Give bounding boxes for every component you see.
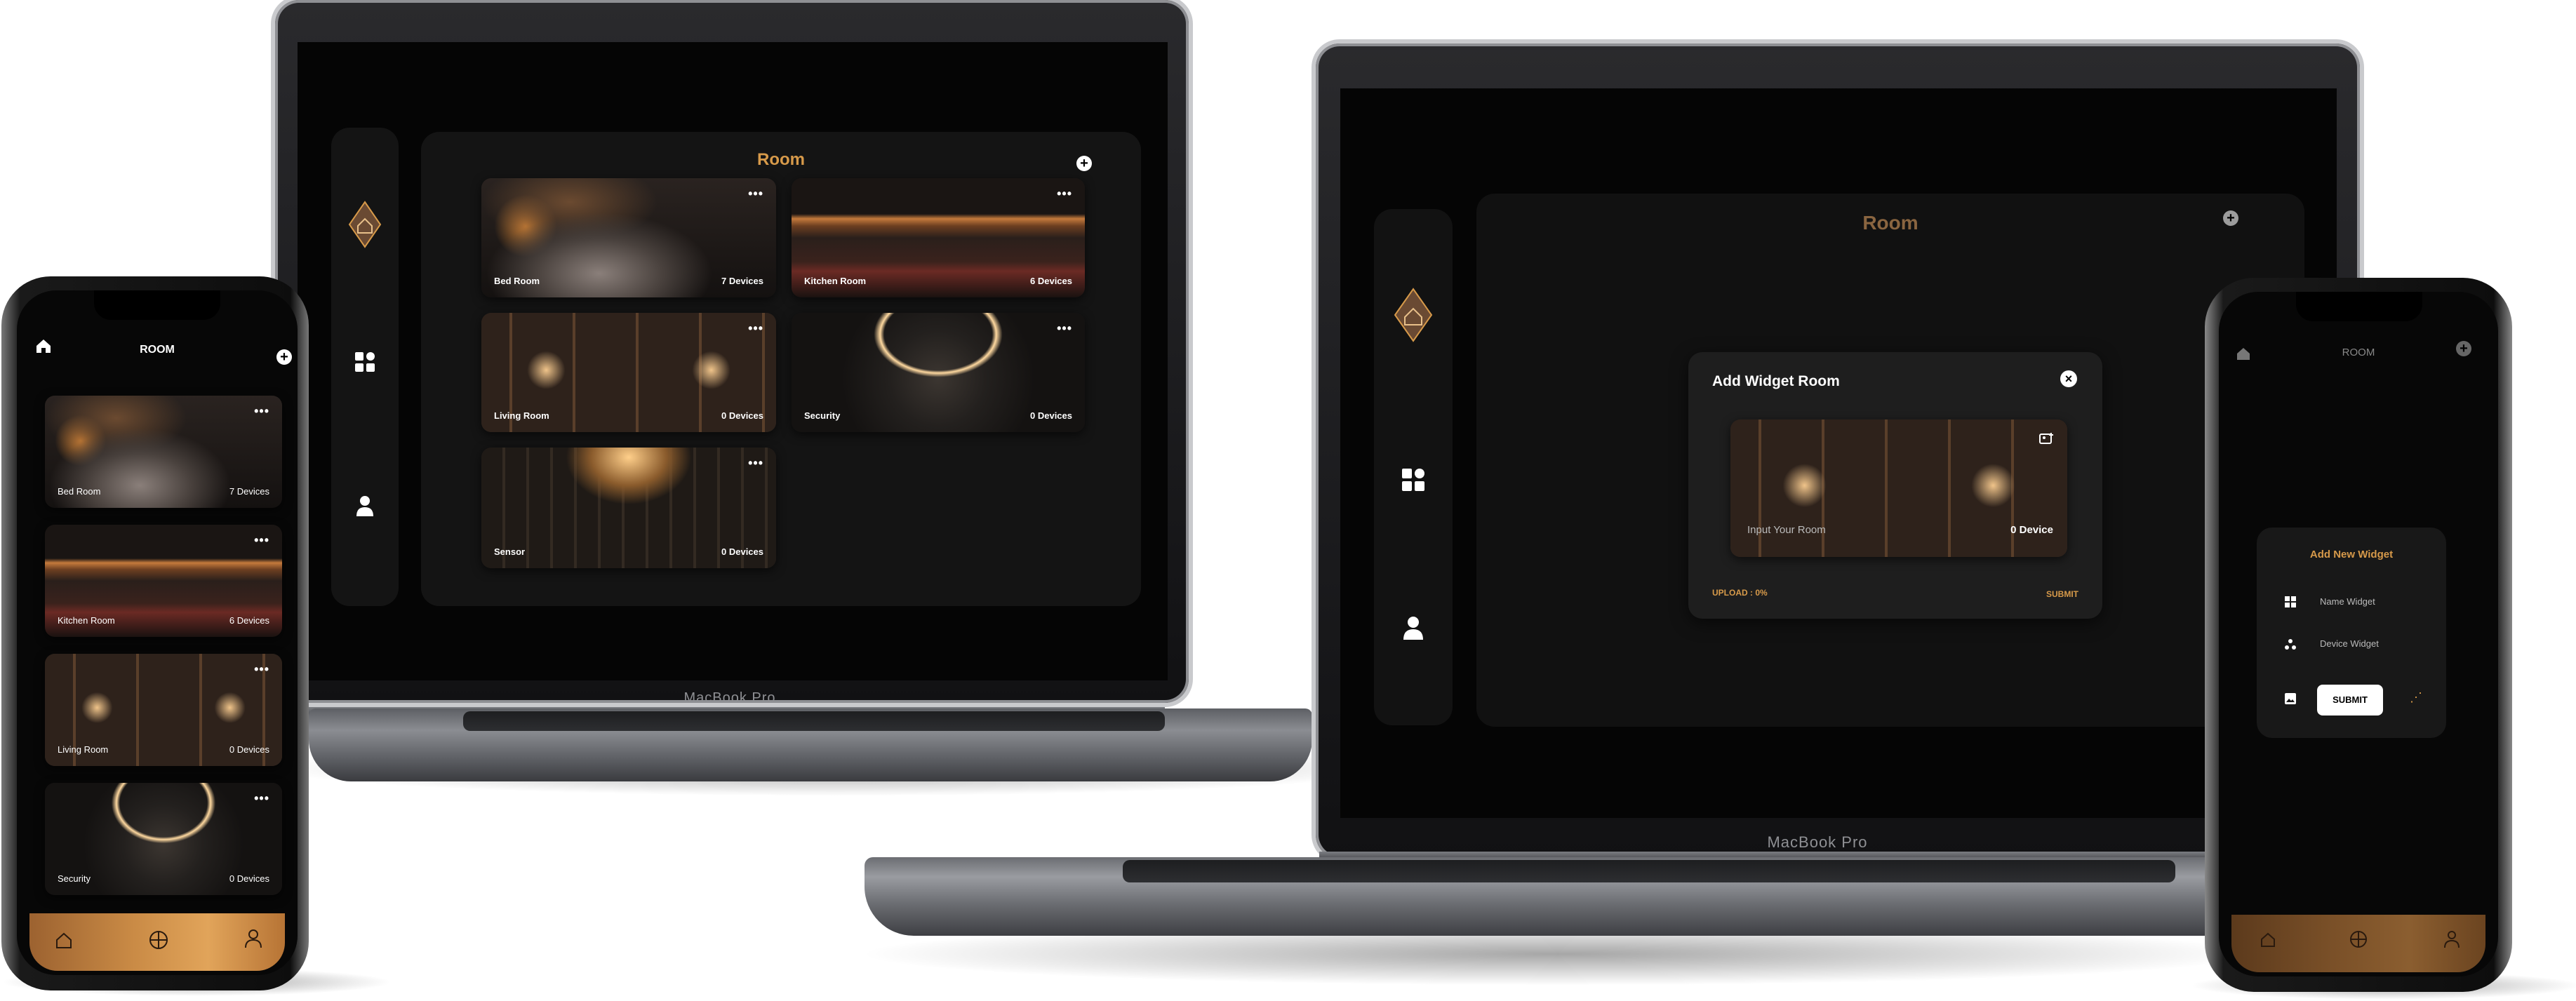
profile-tab-icon[interactable] (244, 929, 262, 948)
room-name: Kitchen Room (58, 615, 115, 626)
phone-notch (94, 290, 220, 320)
sidebar (331, 128, 399, 606)
form-title: Add New Widget (2309, 549, 2394, 560)
room-panel: Room + Add Widget Room × Input Your Room… (1476, 194, 2304, 727)
room-name: Sensor (494, 546, 526, 557)
more-icon[interactable]: ••• (254, 533, 269, 548)
more-icon[interactable]: ••• (254, 662, 269, 677)
home-logo-icon[interactable] (1394, 288, 1433, 342)
room-devices: 0 Devices (229, 744, 269, 755)
add-room-button[interactable]: + (2223, 210, 2238, 226)
more-icon[interactable]: ••• (254, 404, 269, 419)
room-devices: 6 Devices (1030, 276, 1072, 286)
laptop-brand-label: MacBook Pro (1767, 833, 1868, 851)
page-title: Room (757, 150, 805, 169)
room-devices: 7 Devices (721, 276, 763, 286)
room-card[interactable]: ••• Living Room 0 Devices (45, 654, 282, 766)
room-name: Kitchen Room (804, 276, 867, 286)
widgets-icon[interactable] (354, 351, 376, 373)
page-title: Room (1862, 212, 1918, 234)
more-icon[interactable]: ••• (748, 456, 763, 471)
room-card[interactable]: ••• Bed Room 7 Devices (45, 396, 282, 508)
room-devices: 6 Devices (229, 615, 269, 626)
room-card[interactable]: ••• Living Room 0 Devices (481, 313, 776, 432)
add-widget-modal: Add Widget Room × Input Your Room 0 Devi… (1688, 352, 2102, 619)
submit-button[interactable]: SUBMIT (2046, 589, 2078, 599)
device-widget-input[interactable]: Device Widget (2320, 638, 2379, 649)
user-icon[interactable] (1402, 616, 1424, 640)
room-card[interactable]: ••• Kitchen Room 6 Devices (45, 525, 282, 637)
profile-tab-icon[interactable] (2443, 930, 2460, 948)
loading-icon: ⋰ (2410, 690, 2422, 704)
room-devices: 0 Devices (721, 410, 763, 421)
home-tab-icon[interactable] (55, 932, 73, 950)
room-panel: Room + ••• Bed Room 7 Devices ••• Kitche… (421, 132, 1141, 606)
laptop-left-screen: Room + ••• Bed Room 7 Devices ••• Kitche… (298, 42, 1168, 680)
more-icon[interactable]: ••• (1057, 321, 1072, 336)
laptop-right-keyboard (1123, 860, 2175, 882)
bottom-nav (29, 913, 285, 971)
room-card[interactable]: ••• Security 0 Devices (45, 783, 282, 895)
room-name: Living Room (58, 744, 109, 755)
more-icon[interactable]: ••• (254, 791, 269, 806)
add-room-button[interactable]: + (276, 349, 292, 365)
home-tab-icon[interactable] (2260, 932, 2276, 948)
laptop-left-keyboard (463, 711, 1165, 731)
name-widget-input[interactable]: Name Widget (2320, 596, 2375, 607)
room-card[interactable]: ••• Kitchen Room 6 Devices (792, 178, 1085, 297)
phone-notch (2296, 292, 2422, 321)
bottom-nav (2231, 915, 2485, 972)
add-room-button[interactable]: + (1076, 156, 1092, 171)
more-icon[interactable]: ••• (748, 321, 763, 336)
room-name: Security (58, 873, 91, 884)
phone-right-screen: ROOM + Add New Widget Name Widget Device… (2219, 292, 2498, 976)
room-devices: 0 Device (2010, 524, 2053, 536)
more-icon[interactable]: ••• (1057, 187, 1072, 201)
widgets-tab-icon[interactable] (149, 930, 168, 950)
widget-icon (2285, 596, 2296, 607)
laptop-right-screen: Room + Add Widget Room × Input Your Room… (1340, 88, 2337, 818)
widgets-tab-icon[interactable] (2349, 930, 2368, 948)
room-devices: 0 Devices (721, 546, 763, 557)
room-devices: 0 Devices (1030, 410, 1072, 421)
room-name: Living Room (494, 410, 549, 421)
room-name-input[interactable]: Input Your Room (1747, 524, 1826, 536)
upload-progress: UPLOAD : 0% (1712, 588, 1768, 598)
room-preview-card[interactable]: Input Your Room 0 Device (1730, 419, 2067, 557)
more-icon[interactable]: ••• (748, 187, 763, 201)
modal-title: Add Widget Room (1712, 373, 1840, 389)
add-room-button[interactable]: + (2456, 341, 2471, 356)
widgets-icon[interactable] (1401, 467, 1426, 492)
room-card[interactable]: ••• Security 0 Devices (792, 313, 1085, 432)
home-logo-icon[interactable] (348, 201, 382, 248)
room-name: Bed Room (494, 276, 540, 286)
phone-left-screen: ROOM + ••• Bed Room 7 Devices ••• Kitche… (17, 290, 298, 975)
page-title: ROOM (140, 344, 175, 356)
room-devices: 7 Devices (229, 486, 269, 497)
image-upload-icon[interactable] (2285, 693, 2296, 704)
room-card[interactable]: ••• Bed Room 7 Devices (481, 178, 776, 297)
room-name: Bed Room (58, 486, 101, 497)
close-icon[interactable]: × (2060, 370, 2077, 387)
room-card[interactable]: ••• Sensor 0 Devices (481, 448, 776, 568)
sidebar (1374, 209, 1453, 725)
add-widget-form: Add New Widget Name Widget Device Widget… (2257, 528, 2446, 738)
device-icon (2285, 638, 2296, 650)
submit-button[interactable]: SUBMIT (2317, 685, 2383, 716)
laptop-brand-label: MacBook Pro (683, 690, 776, 706)
user-icon[interactable] (355, 495, 375, 516)
room-image (1730, 419, 2067, 557)
room-devices: 0 Devices (229, 873, 269, 884)
room-name: Security (804, 410, 841, 421)
upload-image-icon[interactable] (2039, 432, 2055, 445)
